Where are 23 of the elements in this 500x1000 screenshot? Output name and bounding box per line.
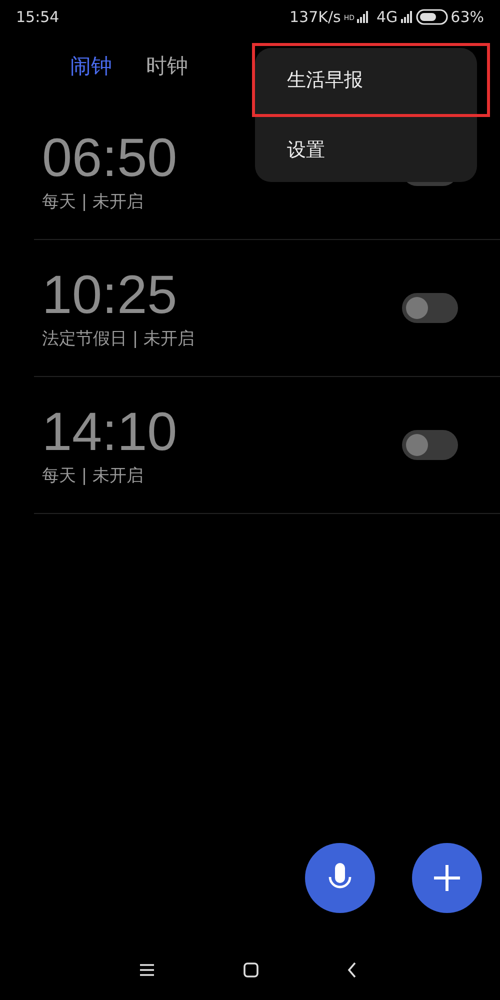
alarm-time: 06:50 <box>42 128 178 188</box>
battery-percent: 63% <box>450 8 484 26</box>
menu-item[interactable]: 设置 <box>255 117 477 182</box>
signal-icon <box>400 11 413 23</box>
tab[interactable]: 闹钟 <box>70 48 112 84</box>
menu-item[interactable]: 生活早报 <box>252 43 490 118</box>
alarm-toggle[interactable] <box>402 430 458 460</box>
alarm-toggle[interactable] <box>402 293 458 323</box>
status-time: 15:54 <box>16 8 60 26</box>
signal-icon <box>357 11 370 23</box>
alarm-details: 法定节假日 | 未开启 <box>42 328 195 350</box>
alarm-details: 每天 | 未开启 <box>42 465 145 488</box>
menu-icon[interactable] <box>139 963 155 977</box>
alarm-details: 每天 | 未开启 <box>42 191 145 214</box>
network-type: 4G <box>376 8 398 26</box>
home-icon[interactable] <box>243 962 259 978</box>
back-icon[interactable] <box>347 962 357 978</box>
tab[interactable]: 时钟 <box>146 48 188 84</box>
alarm-time: 10:25 <box>42 266 178 326</box>
alarm-time: 14:10 <box>42 402 178 462</box>
battery-icon <box>416 9 448 25</box>
network-speed: 137K/s <box>289 8 341 26</box>
plus-icon <box>432 863 462 893</box>
